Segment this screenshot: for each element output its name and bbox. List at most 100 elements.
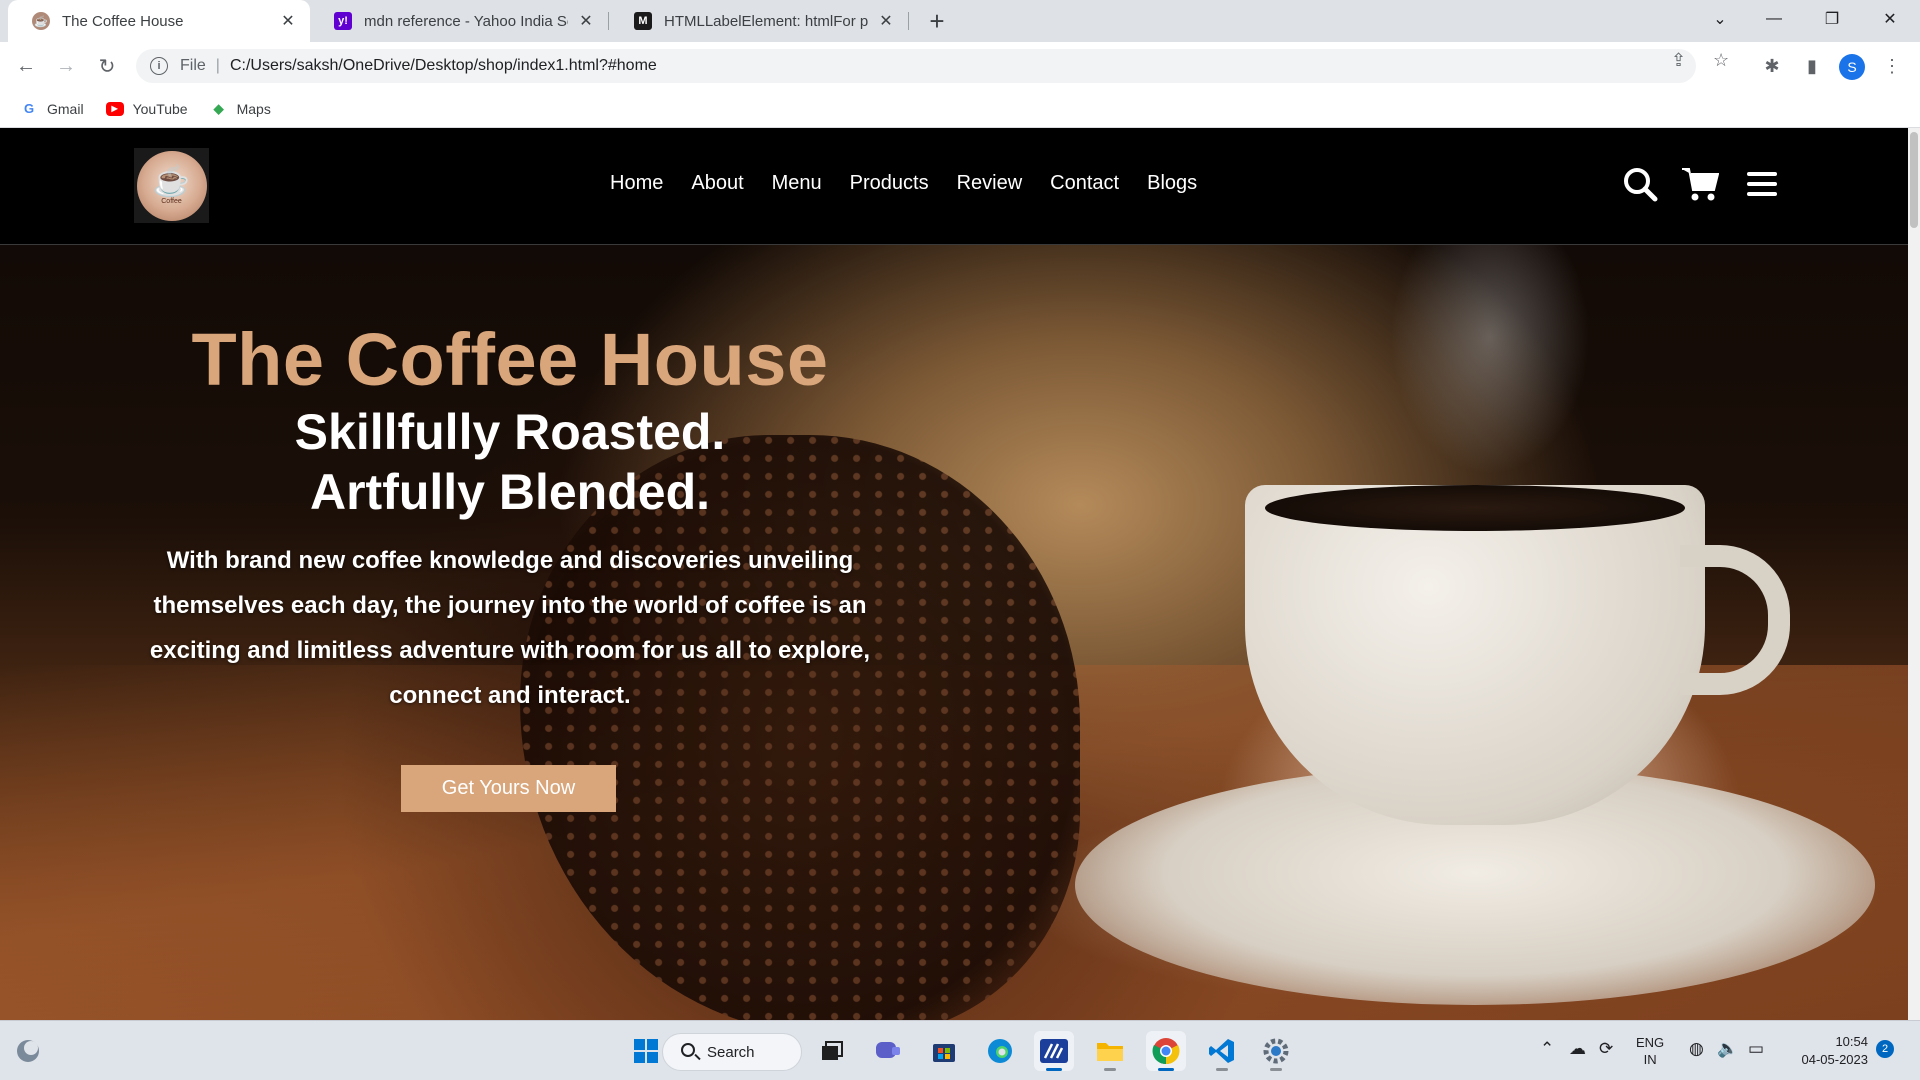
side-panel-icon[interactable]: ▮: [1796, 50, 1828, 82]
running-indicator: [1158, 1068, 1174, 1071]
tab-search-chevron-icon[interactable]: ⌄: [1698, 0, 1742, 38]
onedrive-icon[interactable]: ☁: [1569, 1039, 1586, 1059]
bookmark-gmail[interactable]: G Gmail: [20, 101, 84, 117]
bookmarks-bar: G Gmail ▶ YouTube ◆ Maps: [0, 90, 1920, 128]
windows-taskbar: Search ⌃ ☁ ⟳ ENG IN ◍ 🔈 ▭ 10:54 04-05-20…: [0, 1020, 1920, 1080]
chrome-icon[interactable]: [1146, 1031, 1186, 1071]
search-icon: [681, 1043, 695, 1057]
youtube-icon: ▶: [105, 101, 124, 116]
bookmark-label: Gmail: [47, 100, 84, 117]
sync-icon[interactable]: ⟳: [1599, 1039, 1613, 1059]
scrollbar-thumb[interactable]: [1910, 132, 1918, 228]
address-scheme-label: File: [180, 57, 206, 74]
tab-title: The Coffee House: [62, 12, 184, 30]
back-arrow-icon[interactable]: ←: [10, 50, 42, 82]
yahoo-favicon-icon: y!: [334, 12, 352, 30]
extensions-puzzle-icon[interactable]: ✱: [1756, 50, 1788, 82]
hero-description: With brand new coffee knowledge and disc…: [149, 547, 871, 709]
address-url[interactable]: C:/Users/saksh/OneDrive/Desktop/shop/ind…: [230, 57, 657, 75]
tab-title: HTMLLabelElement: htmlFor prop: [664, 12, 868, 30]
logo-badge: ☕ Coffee: [136, 150, 207, 221]
show-hidden-icons-icon[interactable]: ⌃: [1540, 1039, 1554, 1059]
hero-section: The Coffee House Skillfully Roasted. Art…: [0, 245, 1908, 1020]
volume-icon[interactable]: 🔈: [1717, 1039, 1738, 1059]
nav-products[interactable]: Products: [850, 172, 929, 195]
file-explorer-icon[interactable]: [1090, 1031, 1130, 1071]
running-indicator: [1216, 1068, 1228, 1071]
new-tab-button[interactable]: +: [922, 6, 952, 36]
mdn-app-icon[interactable]: [1034, 1031, 1074, 1071]
coffee-cup-logo-icon: ☕: [152, 164, 191, 198]
bookmark-label: YouTube: [132, 100, 188, 117]
get-yours-now-button[interactable]: Get Yours Now: [401, 765, 616, 812]
tab-divider: [608, 12, 609, 30]
reload-icon[interactable]: ↻: [91, 50, 123, 82]
running-indicator: [1104, 1068, 1116, 1071]
page-scrollbar[interactable]: [1908, 128, 1920, 1020]
maps-icon: ◆: [213, 100, 224, 116]
tab-the-coffee-house[interactable]: ☕ The Coffee House ✕: [8, 0, 310, 42]
coffee-favicon-icon: ☕: [32, 12, 50, 30]
share-icon[interactable]: ⇪: [1671, 50, 1686, 71]
settings-icon[interactable]: [1256, 1031, 1296, 1071]
clock-date: 04-05-2023: [1801, 1052, 1869, 1067]
browser-tab-bar: ☕ The Coffee House ✕ y! mdn reference - …: [0, 0, 1920, 42]
cart-icon[interactable]: [1680, 164, 1720, 204]
vscode-icon[interactable]: [1202, 1031, 1242, 1071]
close-tab-icon[interactable]: ✕: [876, 11, 896, 31]
profile-avatar[interactable]: S: [1839, 54, 1865, 80]
hero-coffee-cup-image: [1245, 485, 1705, 825]
battery-icon[interactable]: ▭: [1748, 1039, 1764, 1059]
taskbar-search-label: Search: [707, 1043, 755, 1061]
browser-toolbar: ← → ↻ i File | C:/Users/saksh/OneDrive/D…: [0, 42, 1920, 90]
site-logo[interactable]: ☕ Coffee: [134, 148, 209, 223]
website-viewport: ☕ Coffee Home About Menu Products Review…: [0, 128, 1908, 1020]
nav-blogs[interactable]: Blogs: [1147, 172, 1197, 195]
logo-text: Coffee: [161, 197, 182, 205]
widgets-icon[interactable]: [8, 1031, 48, 1071]
forward-arrow-icon[interactable]: →: [50, 50, 82, 82]
notification-badge[interactable]: 2: [1876, 1040, 1894, 1058]
nav-home[interactable]: Home: [610, 172, 663, 195]
site-header: ☕ Coffee Home About Menu Products Review…: [0, 128, 1908, 245]
close-tab-icon[interactable]: ✕: [278, 11, 298, 31]
hero-title: The Coffee House: [191, 318, 829, 401]
taskbar-search[interactable]: Search: [662, 1033, 802, 1071]
address-divider: |: [215, 57, 220, 74]
tab-title: mdn reference - Yahoo India Sea: [364, 12, 568, 30]
more-menu-icon[interactable]: ⋮: [1876, 50, 1908, 82]
edge-icon[interactable]: [980, 1031, 1020, 1071]
nav-review[interactable]: Review: [957, 172, 1023, 195]
site-info-icon[interactable]: i: [150, 57, 168, 75]
nav-contact[interactable]: Contact: [1050, 172, 1119, 195]
main-nav: Home About Menu Products Review Contact …: [610, 172, 1197, 195]
hero-subtitle-line2: Artfully Blended.: [309, 464, 711, 520]
language-line1: ENG: [1636, 1035, 1665, 1050]
minimize-button[interactable]: —: [1752, 0, 1796, 38]
nav-about[interactable]: About: [691, 172, 743, 195]
hero-content: The Coffee House Skillfully Roasted. Art…: [140, 318, 880, 718]
store-icon[interactable]: [924, 1031, 964, 1071]
start-icon[interactable]: [626, 1031, 666, 1071]
clock[interactable]: 10:54 04-05-2023: [1788, 1021, 1869, 1080]
teams-icon[interactable]: [868, 1031, 908, 1071]
nav-menu[interactable]: Menu: [772, 172, 822, 195]
close-window-button[interactable]: ✕: [1868, 0, 1912, 38]
search-icon[interactable]: [1620, 164, 1660, 204]
bookmark-youtube[interactable]: ▶ YouTube: [105, 100, 188, 117]
hero-subtitle-line1: Skillfully Roasted.: [294, 404, 726, 460]
restore-button[interactable]: ❐: [1810, 0, 1854, 38]
hamburger-menu-icon[interactable]: [1742, 164, 1782, 204]
tab-htmllabelelement[interactable]: M HTMLLabelElement: htmlFor prop ✕: [610, 0, 908, 42]
close-tab-icon[interactable]: ✕: [576, 11, 596, 31]
bookmark-star-icon[interactable]: ☆: [1713, 50, 1729, 71]
tab-divider: [908, 12, 909, 30]
language-indicator[interactable]: ENG IN: [1636, 1021, 1664, 1080]
task-view-icon[interactable]: [812, 1031, 852, 1071]
mdn-favicon-icon: M: [634, 12, 652, 30]
tab-mdn-reference[interactable]: y! mdn reference - Yahoo India Sea ✕: [310, 0, 608, 42]
bookmark-maps[interactable]: ◆ Maps: [210, 101, 271, 117]
bookmark-label: Maps: [236, 100, 271, 117]
address-bar[interactable]: i File | C:/Users/saksh/OneDrive/Desktop…: [136, 49, 1696, 83]
network-globe-icon[interactable]: ◍: [1689, 1039, 1704, 1059]
